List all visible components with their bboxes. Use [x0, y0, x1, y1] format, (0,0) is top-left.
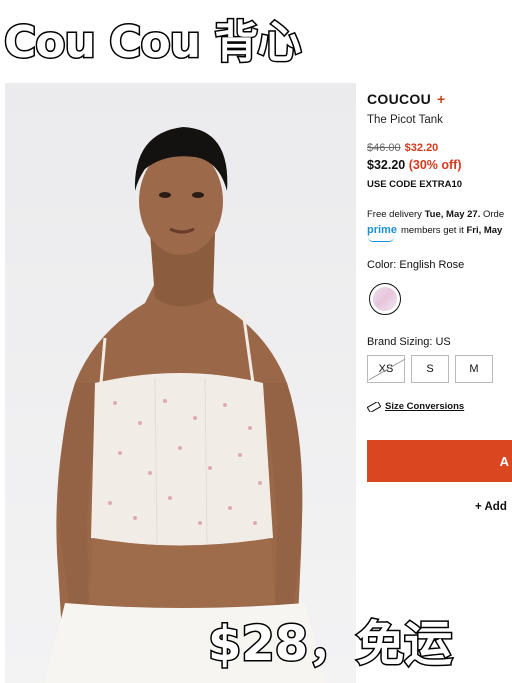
follow-brand-icon[interactable]: +: [437, 91, 445, 107]
discount-percent: (30% off): [408, 158, 462, 172]
promo-code: USE CODE EXTRA10: [367, 179, 463, 190]
delivery-info: Free delivery Tue, May 27. Orde: [367, 209, 504, 220]
size-label: Brand Sizing: US: [367, 336, 451, 348]
add-to-wishlist-link[interactable]: + Add: [475, 501, 507, 513]
original-price: $46.00: [367, 142, 401, 154]
color-label: Color: English Rose: [367, 259, 465, 271]
size-m-button[interactable]: M: [455, 355, 493, 383]
model-illustration: [45, 127, 325, 683]
delivery-date: Tue, May 27.: [424, 209, 481, 220]
product-info-panel: COUCOU + The Picot Tank $46.00 $32.20 $32.…: [367, 83, 512, 683]
prime-info: prime members get it Fri, May: [367, 224, 502, 242]
final-price: $32.20: [367, 158, 406, 172]
swatch-fill: [373, 287, 397, 311]
prime-date: Fri, May: [466, 224, 503, 236]
prime-logo-text: prime: [367, 224, 397, 236]
ruler-icon: [367, 401, 381, 412]
product-photo: [5, 83, 356, 683]
size-xs-button[interactable]: XS: [367, 355, 405, 383]
size-s-button[interactable]: S: [411, 355, 449, 383]
banner-title: Cou Cou 背心: [2, 16, 302, 70]
delivery-prefix: Free delivery: [367, 209, 425, 220]
brand-label[interactable]: COUCOU: [367, 91, 431, 107]
size-conversions-text[interactable]: Size Conversions: [385, 401, 464, 412]
size-selector: XS S M: [367, 355, 493, 383]
prime-text: members get it Fri, May: [401, 225, 502, 236]
price-row: $46.00 $32.20: [367, 142, 438, 154]
color-swatch-english-rose[interactable]: [369, 283, 401, 315]
brand-name[interactable]: COUCOU +: [367, 91, 446, 107]
add-to-bag-button[interactable]: A: [367, 440, 512, 482]
price-overlay: $28，免运: [206, 615, 453, 674]
product-name: The Picot Tank: [367, 114, 443, 126]
delivery-suffix: Orde: [480, 209, 505, 220]
size-conversions-link[interactable]: Size Conversions: [367, 401, 464, 412]
prime-logo-icon: prime: [367, 224, 397, 242]
final-price-row: $32.20 (30% off): [367, 158, 462, 172]
sale-price: $32.20: [404, 142, 439, 154]
prime-text-prefix: members get it: [400, 224, 467, 236]
